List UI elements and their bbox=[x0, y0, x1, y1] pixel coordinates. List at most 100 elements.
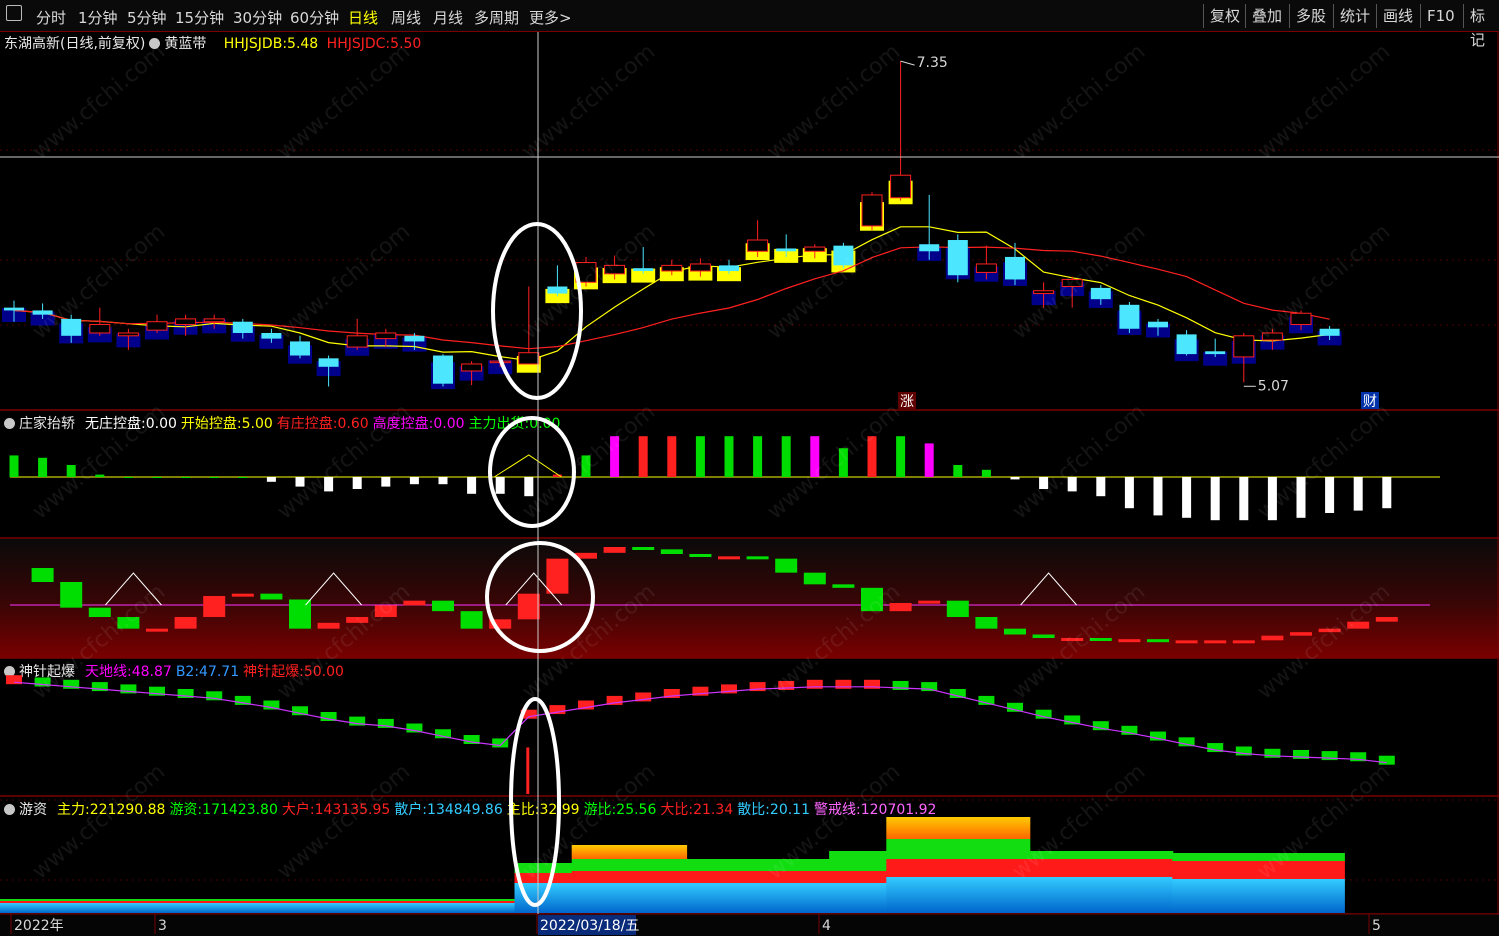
panel5-retail-area bbox=[771, 883, 802, 913]
period-tab-2[interactable]: 5分钟 bbox=[127, 7, 167, 28]
panel2-bar bbox=[667, 436, 677, 477]
panel5-retail-area bbox=[257, 903, 287, 913]
period-tab-7[interactable]: 周线 bbox=[391, 7, 421, 28]
period-tab-6[interactable]: 日线 bbox=[348, 7, 378, 28]
panel5-label-7: 散比: bbox=[737, 802, 770, 818]
panel4-block bbox=[806, 679, 823, 689]
panel2-bar bbox=[1096, 477, 1106, 497]
panel5-main-area bbox=[628, 845, 659, 859]
period-tab-4[interactable]: 30分钟 bbox=[233, 7, 282, 28]
band-segment bbox=[145, 324, 169, 340]
panel5-hotmoney-area bbox=[857, 851, 888, 871]
panel2-bar bbox=[1153, 477, 1163, 516]
panel5-big-area bbox=[1115, 859, 1145, 877]
band-segment bbox=[1231, 341, 1256, 364]
panel4-block bbox=[835, 679, 852, 689]
panel3-block bbox=[946, 600, 969, 617]
panel5-hotmoney-area bbox=[1000, 839, 1031, 859]
panel4-toggle-icon[interactable] bbox=[4, 666, 15, 677]
panel4-block bbox=[892, 680, 909, 690]
panel5-label-0: 主力: bbox=[57, 802, 90, 818]
watermark-text: www.cfchi.com bbox=[518, 39, 660, 164]
panel5-retail-area bbox=[1229, 879, 1260, 913]
panel2-bar bbox=[95, 474, 105, 477]
toolbar-btn-3[interactable]: 统计 bbox=[1333, 4, 1376, 28]
period-tab-1[interactable]: 1分钟 bbox=[78, 7, 118, 28]
period-tab-8[interactable]: 月线 bbox=[433, 7, 463, 28]
panel5-hotmoney-area bbox=[600, 859, 630, 871]
panel4-block bbox=[1350, 752, 1367, 762]
panel5-hotmoney-area bbox=[56, 899, 87, 901]
panel5-hotmoney-area bbox=[1258, 853, 1288, 861]
panel-toggle-icon[interactable] bbox=[6, 5, 22, 21]
watermark-text: www.cfchi.com bbox=[763, 579, 905, 704]
panel5-big-area bbox=[600, 871, 630, 883]
panel5-big-area bbox=[628, 871, 659, 883]
panel5-hotmoney-area bbox=[228, 899, 259, 901]
toolbar-btn-0[interactable]: 复权 bbox=[1203, 4, 1246, 28]
panel5-big-area bbox=[743, 871, 773, 883]
candle-body-up bbox=[461, 363, 483, 372]
band-segment bbox=[2, 308, 26, 323]
panel3-block bbox=[1232, 640, 1255, 644]
band-segment bbox=[459, 366, 484, 381]
panel3-triangle bbox=[1020, 572, 1077, 606]
panel5-hotmoney-area bbox=[28, 899, 58, 901]
period-tab-3[interactable]: 15分钟 bbox=[175, 7, 224, 28]
panel5-retail-area bbox=[743, 883, 773, 913]
band-segment bbox=[288, 345, 312, 364]
panel2-legend: 庄家抬轿 无庄控盘:0.00 开始控盘:5.00 有庄控盘:0.60 高度控盘:0.00… bbox=[4, 413, 564, 433]
panel5-retail-area bbox=[1172, 879, 1202, 913]
panel5-hotmoney-area bbox=[1115, 851, 1145, 859]
band-segment bbox=[1174, 339, 1199, 362]
panel3-toggle-icon[interactable] bbox=[4, 546, 15, 557]
panel5-big-area bbox=[485, 901, 516, 903]
watermark-text: www.cfchi.com bbox=[273, 759, 415, 884]
panel5-retail-area bbox=[485, 903, 516, 913]
period-tab-10[interactable]: 更多> bbox=[529, 7, 572, 28]
period-tab-0[interactable]: 分时 bbox=[36, 7, 66, 28]
panel2-value-2: 0.60 bbox=[337, 416, 369, 432]
panel5-hotmoney-area bbox=[657, 859, 688, 871]
panel5-retail-area bbox=[571, 883, 602, 913]
panel4-block bbox=[549, 705, 566, 715]
panel5-retail-area bbox=[28, 903, 58, 913]
toolbar-btn-6[interactable]: 标记 bbox=[1463, 4, 1499, 49]
panel5-toggle-icon[interactable] bbox=[4, 804, 15, 815]
panel4-block bbox=[406, 723, 423, 733]
panel2-toggle-icon[interactable] bbox=[4, 418, 15, 429]
panel5-hotmoney-area bbox=[628, 859, 659, 871]
period-tab-9[interactable]: 多周期 bbox=[474, 7, 519, 28]
panel5-big-area bbox=[571, 871, 602, 883]
indicator-toggle-icon[interactable] bbox=[149, 38, 161, 49]
watermark-text: www.cfchi.com bbox=[1253, 39, 1395, 164]
panel3-block bbox=[1375, 617, 1398, 622]
panel3-label-0: 波段进场: bbox=[85, 544, 146, 560]
period-tab-5[interactable]: 60分钟 bbox=[290, 7, 339, 28]
toolbar-btn-2[interactable]: 多股 bbox=[1289, 4, 1332, 28]
panel5-hotmoney-area bbox=[400, 899, 430, 901]
candle-body-up bbox=[375, 332, 397, 340]
panel3-block bbox=[31, 568, 54, 582]
panel2-bar bbox=[867, 436, 877, 477]
band-segment bbox=[173, 320, 198, 335]
candle-body-up bbox=[175, 318, 197, 326]
candle-body-down bbox=[1148, 321, 1168, 328]
panel5-value-4: 32.99 bbox=[539, 802, 580, 818]
watermark-text: www.cfchi.com bbox=[518, 219, 660, 344]
panel3-block bbox=[1118, 639, 1141, 643]
panel4-block bbox=[149, 686, 165, 696]
band-segment bbox=[659, 267, 684, 282]
panel5-retail-area bbox=[1143, 877, 1174, 913]
band-segment bbox=[373, 334, 398, 349]
panel5-hotmoney-area bbox=[142, 899, 173, 901]
panel5-big-area bbox=[1258, 861, 1288, 879]
band-segment bbox=[1031, 291, 1056, 306]
panel4-block bbox=[1092, 721, 1109, 731]
panel3-block bbox=[489, 619, 512, 629]
toolbar-btn-5[interactable]: F10 bbox=[1420, 4, 1461, 28]
toolbar-btn-4[interactable]: 画线 bbox=[1376, 4, 1419, 28]
panel3-block bbox=[889, 603, 912, 612]
candle-body-up bbox=[890, 174, 912, 199]
toolbar-btn-1[interactable]: 叠加 bbox=[1245, 4, 1288, 28]
